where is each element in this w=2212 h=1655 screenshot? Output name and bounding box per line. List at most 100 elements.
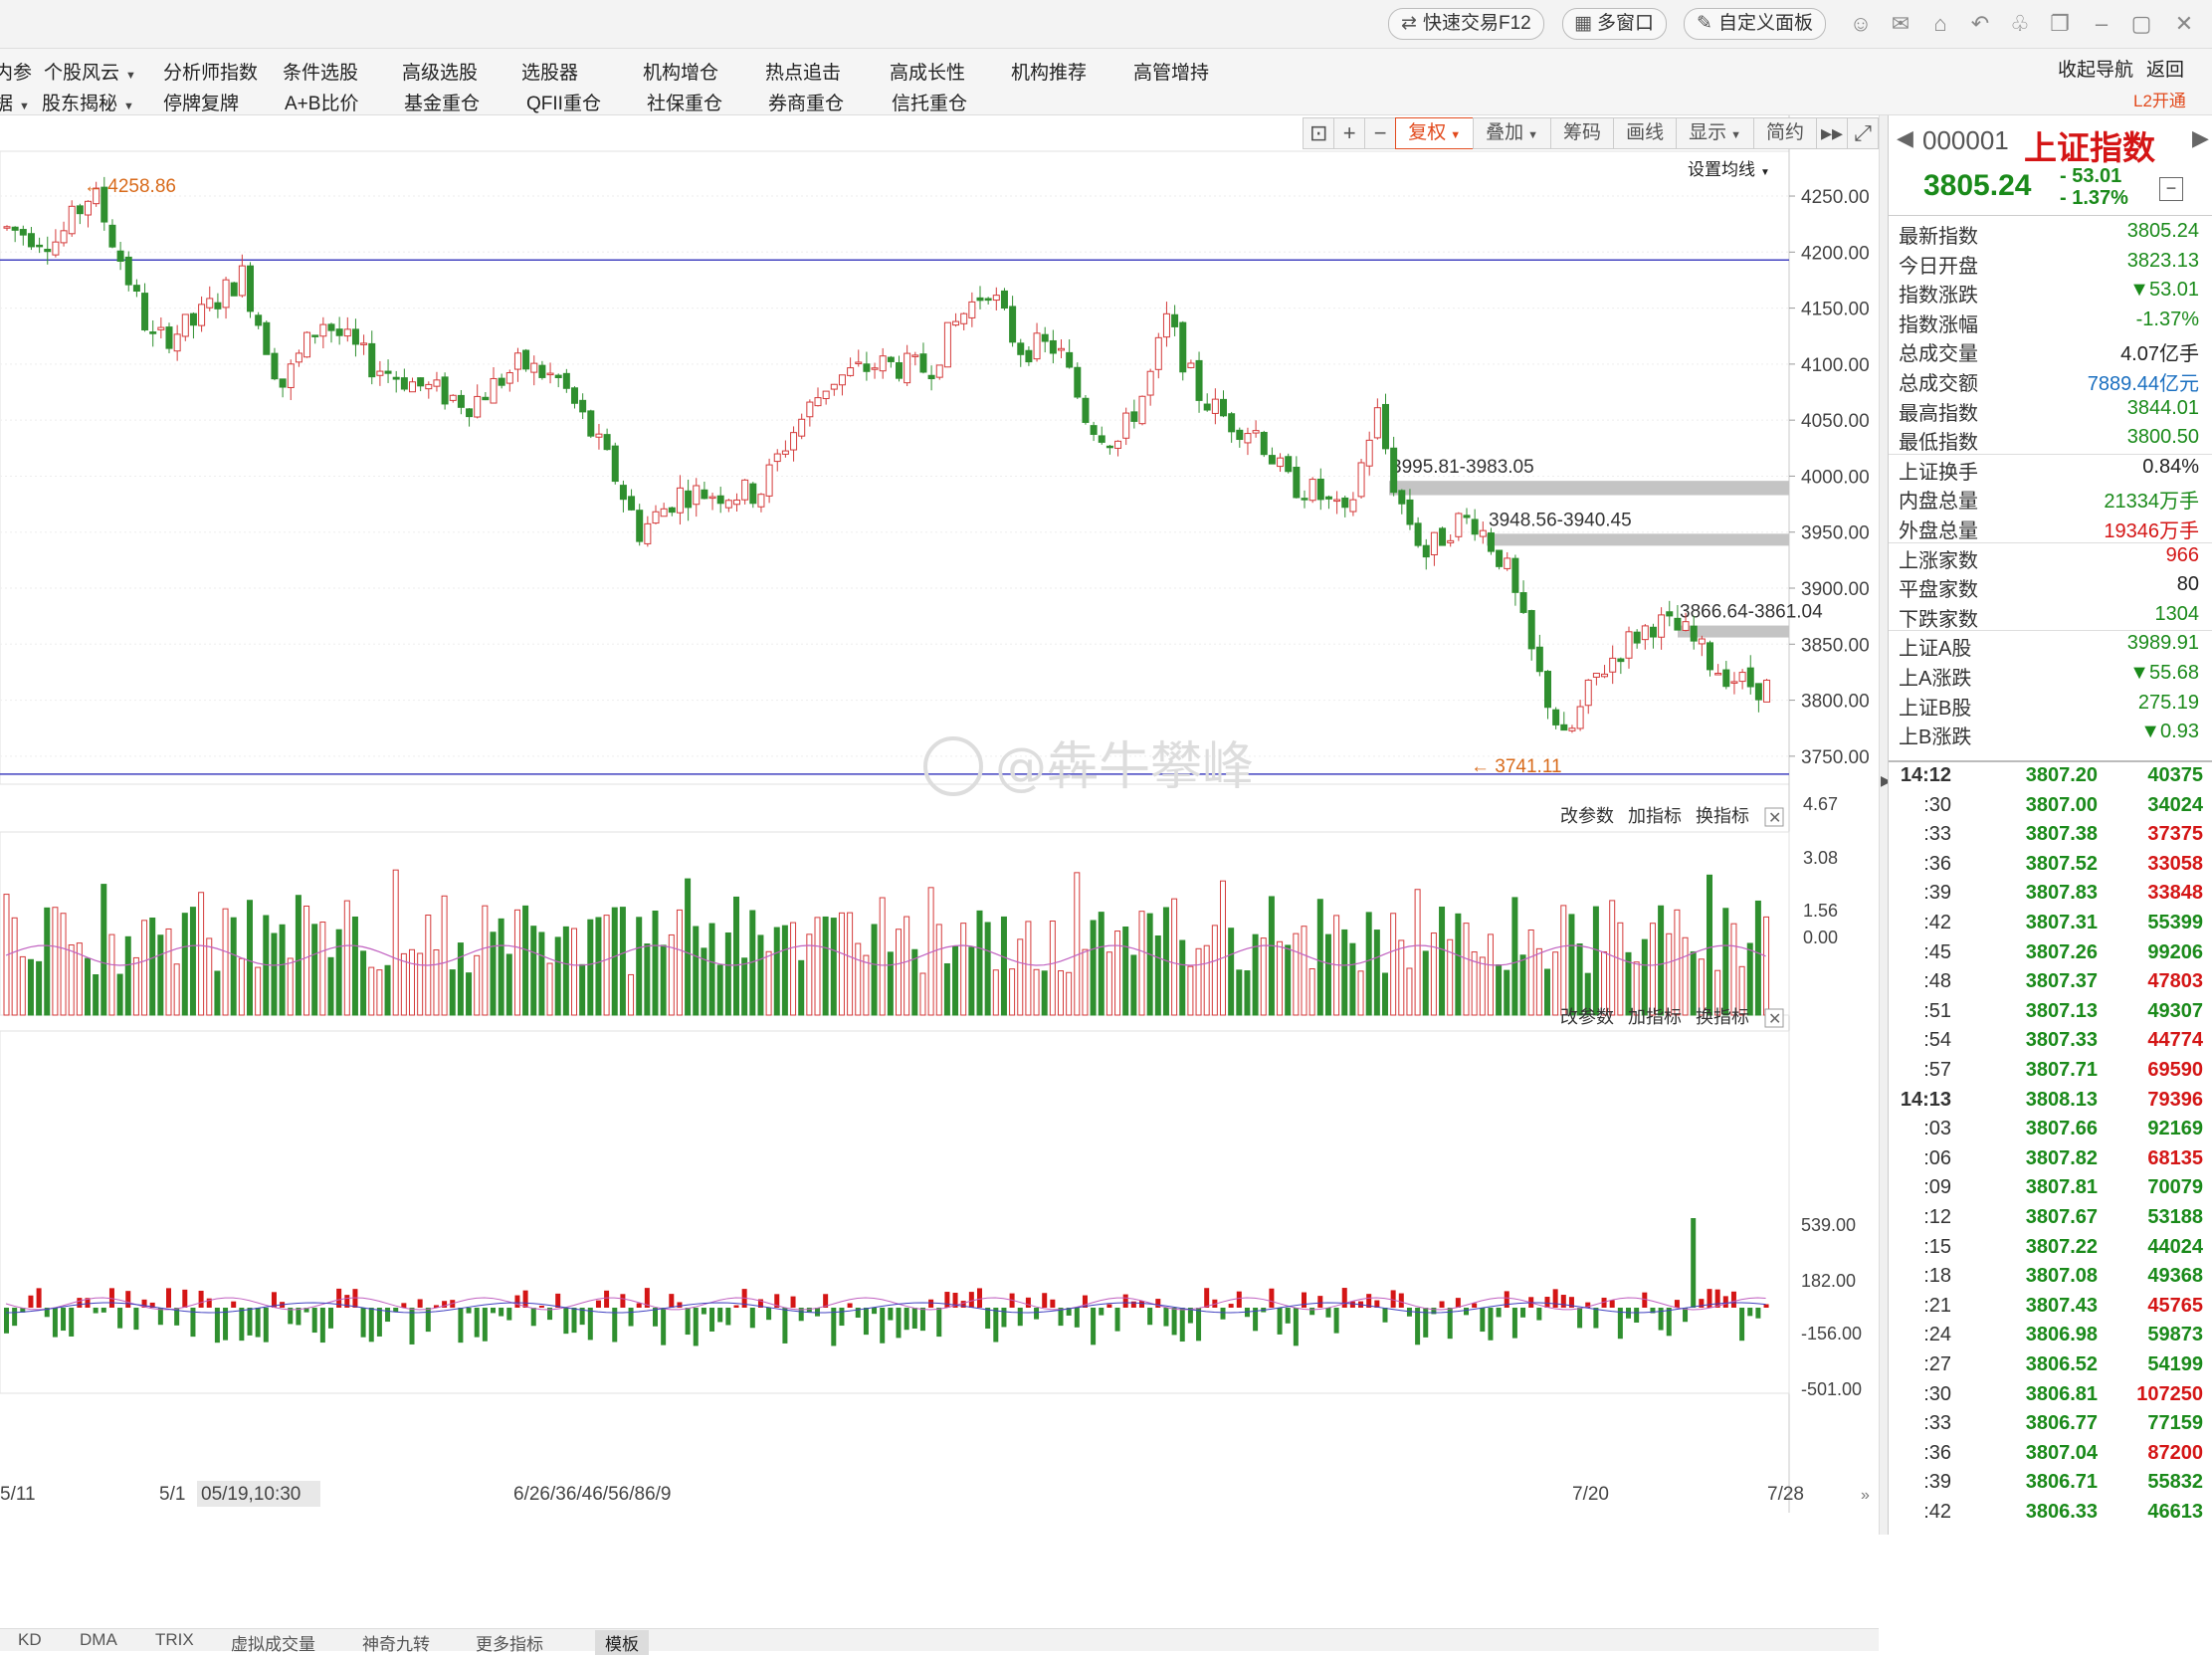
kline-chart-area[interactable]: 4250.00 4200.00 4150.00 4100.00 4050.00 4000.… [0,115,1879,1655]
indicator-tab[interactable]: TRIX [155,1630,194,1650]
collapse-nav-link[interactable]: 收起导航 [2058,55,2133,82]
subpanel-action[interactable]: 加指标 [1628,1007,1682,1027]
zoom-in-icon[interactable]: + [1333,117,1366,149]
volume-ma-line [5,944,1766,966]
tick-price: 3807.81 [2025,1176,2098,1199]
menu-item[interactable]: 选股器 [521,58,578,85]
tick-time: :39 [1923,882,1951,905]
menu-item[interactable]: A+B比价 [285,89,358,115]
function-menu: 内参 个股风云 ▼ 分析师指数 条件选股 高级选股 选股器 机构增仓 热点追击 高成长性 机构推荐 高… [0,49,2212,115]
menu-item[interactable]: 高级选股 [402,58,478,85]
multi-window-button[interactable]: ▦ 多窗口 [1562,8,1668,40]
display-dropdown[interactable]: 显示 ▼ [1676,117,1754,149]
indicator-bar [117,1308,123,1329]
menu-item[interactable]: 分析师指数 [163,58,258,85]
fuquan-dropdown[interactable]: 复权 ▼ [1395,117,1475,149]
price-change-pct: - 1.37% [2060,187,2128,209]
subpanel-action[interactable]: 加指标 [1628,806,1682,826]
tick-time: :51 [1923,999,1951,1022]
l2-open-link[interactable]: L2开通 [2133,87,2186,111]
next-stock-icon[interactable]: ▶ [2192,125,2209,151]
home-icon[interactable]: ⌂ [1925,10,1955,38]
menu-item[interactable]: 机构推荐 [1011,58,1087,85]
candle-body [1260,431,1268,456]
field-value: 3800.50 [2126,426,2199,449]
volume-bar [1179,939,1186,1016]
indicator-bar [595,1300,601,1308]
undo-icon[interactable]: ↶ [1965,10,1995,38]
menu-item[interactable]: 个股风云 ▼ [44,58,136,85]
close-icon[interactable]: ✕ [2169,10,2199,38]
menu-item[interactable]: 热点追击 [765,58,841,85]
indicator-bar [319,1308,325,1344]
menu-item[interactable]: 高成长性 [890,58,965,85]
indicator-bar [1488,1308,1494,1341]
lock-icon[interactable]: ⊡ [1303,117,1335,149]
menu-item[interactable]: QFII重仓 [526,89,601,115]
field-label: 上B涨跌 [1899,726,1972,749]
indicator-bar [1122,1294,1128,1308]
field-value: 19346万手 [2104,520,2199,542]
restore-window-icon[interactable]: ❐ [2045,10,2075,38]
candle-body [490,377,498,404]
candle-body [919,353,927,373]
subpanel-action[interactable]: 换指标 [1696,1007,1749,1027]
draw-line-button[interactable]: 画线 [1613,117,1678,149]
menu-item[interactable]: 条件选股 [283,58,358,85]
indicator-tab[interactable]: KD [18,1630,42,1650]
field-label: 总成交量 [1899,343,1978,366]
indicator-tab[interactable]: 神奇九转 [362,1630,430,1655]
back-link[interactable]: 返回 [2146,55,2184,82]
kline-chart-svg[interactable]: 4250.00 4200.00 4150.00 4100.00 4050.00 4000.… [0,115,1879,1513]
candle-body [1390,447,1398,494]
zoom-out-icon[interactable]: − [1364,117,1397,149]
fast-forward-icon[interactable]: ▸▸ [1816,117,1848,149]
menu-item[interactable]: 券商重仓 [768,89,844,115]
menu-item[interactable]: 股东揭秘 ▼ [42,89,134,115]
caret-down-icon: ▼ [1527,129,1539,141]
menu-item[interactable]: 停牌复牌 [163,89,239,115]
menu-item[interactable]: 基金重仓 [404,89,480,115]
candle-body [668,507,676,514]
menu-item[interactable]: 据 ▼ [0,89,30,115]
indicator-tab[interactable]: 模板 [595,1630,649,1655]
quick-trade-button[interactable]: ⇄ 快速交易F12 [1388,8,1544,40]
prev-stock-icon[interactable]: ◀ [1897,125,1913,151]
overlay-dropdown[interactable]: 叠加 ▼ [1473,117,1552,149]
candle-body [441,376,449,405]
indicator-bar [872,1308,878,1315]
close-subpanel-icon[interactable]: ✕ [1768,810,1781,827]
chips-button[interactable]: 筹码 [1550,117,1615,149]
candle-body [392,376,400,380]
fullscreen-icon[interactable]: ⤢ [1847,117,1879,149]
menu-item[interactable]: 机构增仓 [643,58,718,85]
menu-item[interactable]: 信托重仓 [892,89,967,115]
indicator-bar [425,1308,431,1333]
volume-bar [1422,950,1429,1016]
scroll-right-icon[interactable]: » [1861,1487,1870,1504]
menu-item[interactable]: 社保重仓 [647,89,722,115]
indicator-tab[interactable]: 虚拟成交量 [231,1630,315,1655]
avg-line-setting[interactable]: 设置均线 ▼ [1688,155,1770,180]
indicator-bar [1722,1296,1728,1308]
minimize-icon[interactable]: – [2087,10,2116,38]
candle-body [474,395,482,418]
subpanel-action[interactable]: 改参数 [1560,806,1614,826]
indicator-tab[interactable]: DMA [80,1630,117,1650]
indicator-tab[interactable]: 更多指标 [476,1630,543,1655]
close-subpanel-icon[interactable]: ✕ [1768,1011,1781,1028]
maximize-icon[interactable]: ▢ [2126,10,2156,38]
simple-mode-button[interactable]: 简约 [1752,117,1817,149]
mail-icon[interactable]: ✉ [1886,10,1915,38]
subpanel-action[interactable]: 换指标 [1696,806,1749,826]
collapse-icon[interactable]: − [2159,177,2183,201]
menu-item[interactable]: 内参 [0,58,32,85]
volume-bar [68,943,75,1016]
skin-icon[interactable]: ♧ [2005,10,2035,38]
custom-panel-button[interactable]: ✎ 自定义面板 [1684,8,1827,40]
stock-name: 上证指数 [2024,129,2155,166]
user-icon[interactable]: ☺ [1846,10,1876,38]
menu-item[interactable]: 高管增持 [1133,58,1209,85]
subpanel-action[interactable]: 改参数 [1560,1007,1614,1027]
indicator-bar [409,1308,415,1345]
